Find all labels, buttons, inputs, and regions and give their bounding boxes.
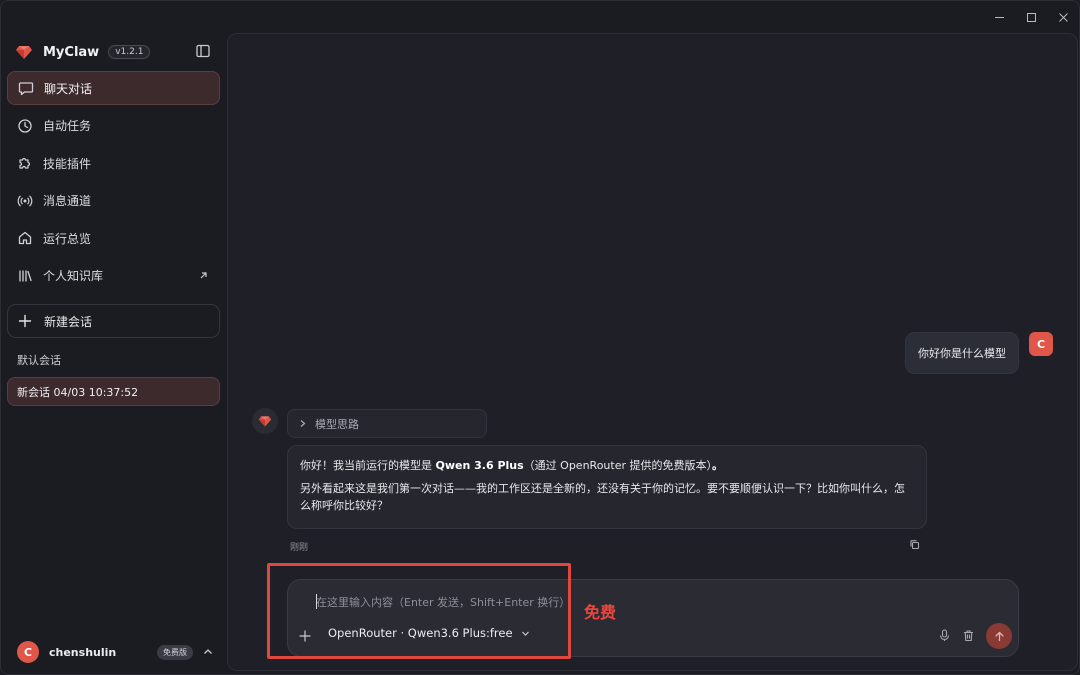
sidebar-nav: 聊天对话 自动任务 技能插件 消息通道 运行总览 个人知识库 (7, 71, 220, 296)
assistant-message-bubble: 你好！我当前运行的模型是 Qwen 3.6 Plus（通过 OpenRouter… (287, 445, 927, 529)
ruby-logo-icon (16, 46, 32, 59)
close-button[interactable] (1047, 1, 1079, 33)
window-controls (983, 1, 1079, 33)
assistant-avatar (252, 408, 278, 434)
sidebar-item-label: 聊天对话 (44, 81, 93, 96)
sidebar-toggle-icon[interactable] (195, 43, 211, 59)
thinking-label: 模型思路 (315, 417, 359, 431)
chat-panel: 你好你是什么模型 C 模型思路 你好！我当前运行的模型是 Qwen 3.6 Pl… (227, 33, 1078, 671)
plan-badge: 免费版 (157, 644, 193, 660)
sidebar-item-knowledge[interactable]: 个人知识库 (7, 259, 220, 293)
sidebar-item-label: 自动任务 (43, 119, 92, 133)
sidebar-item-tasks[interactable]: 自动任务 (7, 109, 220, 143)
chat-bubble-icon (18, 82, 34, 96)
sidebar-item-chat[interactable]: 聊天对话 (7, 71, 220, 105)
sidebar-item-label: 个人知识库 (43, 269, 104, 283)
sidebar-item-label: 技能插件 (43, 156, 92, 171)
sidebar: MyClaw v1.2.1 聊天对话 自动任务 技能插件 消息通道 运行总览 个… (1, 33, 227, 674)
user-avatar: C (1029, 332, 1053, 356)
session-item[interactable]: 新会话 04/03 10:37:52 (7, 377, 220, 406)
sidebar-item-channels[interactable]: 消息通道 (7, 184, 220, 218)
new-chat-button[interactable]: 新建会话 (7, 304, 220, 338)
sidebar-item-label: 消息通道 (43, 194, 92, 208)
external-link-icon (200, 271, 207, 278)
maximize-button[interactable] (1015, 1, 1047, 33)
reply-model-name: Qwen 3.6 Plus (435, 459, 524, 472)
user-menu[interactable]: C chenshulin 免费版 (17, 640, 213, 664)
copy-icon[interactable] (909, 539, 920, 550)
new-chat-label: 新建会话 (44, 314, 93, 329)
reply-text: 你好！我当前运行的模型是 (300, 459, 436, 472)
message-timestamp: 刚刚 (290, 543, 309, 553)
assistant-reply-line: 另外看起来这是我们第一次对话——我的工作区还是全新的，还没有关于你的记忆。要不要… (300, 481, 905, 513)
user-name: chenshulin (49, 645, 117, 659)
arrow-up-icon (994, 631, 1004, 641)
chevron-up-icon (204, 649, 212, 654)
maximize-icon (1026, 12, 1036, 22)
version-badge: v1.2.1 (108, 45, 151, 59)
plus-icon (18, 314, 32, 328)
clock-icon (18, 118, 32, 133)
sidebar-item-overview[interactable]: 运行总览 (7, 221, 220, 255)
chevron-right-icon (300, 420, 306, 427)
send-button[interactable] (986, 623, 1012, 649)
assistant-reply-line: 你好！我当前运行的模型是 Qwen 3.6 Plus（通过 OpenRouter… (300, 457, 914, 475)
brand: MyClaw v1.2.1 (15, 41, 211, 63)
user-message-bubble: 你好你是什么模型 (905, 332, 1019, 374)
model-name: OpenRouter · Qwen3.6 Plus:free (328, 626, 513, 640)
session-title: 新会话 04/03 10:37:52 (17, 385, 139, 399)
annotation-label: 免费 (584, 603, 617, 622)
app-window: MyClaw v1.2.1 聊天对话 自动任务 技能插件 消息通道 运行总览 个… (0, 0, 1080, 675)
home-icon (18, 231, 32, 245)
sidebar-item-skills[interactable]: 技能插件 (7, 146, 220, 180)
attach-plus-icon[interactable] (299, 630, 311, 642)
library-icon (19, 269, 32, 282)
reply-text: 。 (712, 459, 723, 472)
close-icon (1058, 12, 1068, 22)
text-caret (316, 594, 317, 609)
minimize-icon (994, 16, 1004, 18)
app-name: MyClaw (43, 44, 100, 60)
trash-icon[interactable] (962, 629, 975, 642)
avatar: C (17, 641, 39, 663)
ruby-logo-icon (258, 416, 272, 427)
message-composer: OpenRouter · Qwen3.6 Plus:free (287, 579, 1019, 657)
puzzle-icon (19, 157, 31, 169)
user-message: 你好你是什么模型 C (905, 332, 1053, 374)
minimize-button[interactable] (983, 1, 1015, 33)
reply-text: （通过 OpenRouter 提供的免费版本） (523, 459, 712, 472)
session-group-label: 默认会话 (17, 354, 61, 367)
chevron-down-icon (521, 631, 529, 636)
broadcast-icon (17, 195, 33, 206)
model-selector[interactable]: OpenRouter · Qwen3.6 Plus:free (328, 626, 530, 640)
microphone-icon[interactable] (938, 629, 951, 642)
sidebar-item-label: 运行总览 (43, 231, 92, 246)
thinking-toggle[interactable]: 模型思路 (287, 409, 487, 438)
